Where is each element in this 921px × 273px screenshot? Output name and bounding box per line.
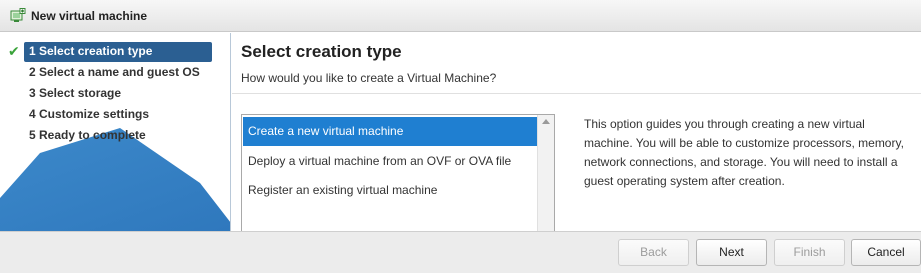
wizard-steps: ✔ 1 Select creation type 2 Select a name… <box>0 41 230 146</box>
option-register-existing-vm[interactable]: Register an existing virtual machine <box>243 176 538 205</box>
step-label: 3 Select storage <box>29 86 122 100</box>
scroll-up-arrow-icon[interactable] <box>542 119 550 124</box>
new-vm-icon <box>10 7 26 24</box>
wizard-sidebar: ✔ 1 Select creation type 2 Select a name… <box>0 33 231 231</box>
checkmark-icon: ✔ <box>8 43 20 59</box>
option-deploy-ovf-ova[interactable]: Deploy a virtual machine from an OVF or … <box>243 147 538 176</box>
window-title: New virtual machine <box>31 8 148 23</box>
option-create-new-vm[interactable]: Create a new virtual machine <box>243 117 538 146</box>
list-scrollbar[interactable] <box>537 115 554 231</box>
wizard-footer: Back Next Finish Cancel <box>0 231 921 273</box>
wizard-content: Select creation type How would you like … <box>232 33 921 231</box>
page-subtitle: How would you like to create a Virtual M… <box>241 71 497 85</box>
window-titlebar: New virtual machine <box>0 0 921 32</box>
option-description: This option guides you through creating … <box>584 117 904 188</box>
step-customize-settings[interactable]: 4 Customize settings <box>0 104 230 125</box>
back-button[interactable]: Back <box>618 239 689 266</box>
header-divider <box>232 93 921 94</box>
step-label: 5 Ready to complete <box>29 128 146 142</box>
step-ready-to-complete[interactable]: 5 Ready to complete <box>0 125 230 146</box>
step-label: 4 Customize settings <box>29 107 150 121</box>
next-button[interactable]: Next <box>696 239 767 266</box>
step-select-creation-type[interactable]: ✔ 1 Select creation type <box>0 41 230 62</box>
step-label: 2 Select a name and guest OS <box>29 65 200 79</box>
step-select-storage[interactable]: 3 Select storage <box>0 83 230 104</box>
page-title: Select creation type <box>241 42 402 61</box>
cancel-button[interactable]: Cancel <box>851 239 921 266</box>
step-label: 1 Select creation type <box>29 44 153 58</box>
finish-button[interactable]: Finish <box>774 239 845 266</box>
creation-type-list[interactable]: Create a new virtual machine Deploy a vi… <box>241 114 555 231</box>
step-select-name-guest-os[interactable]: 2 Select a name and guest OS <box>0 62 230 83</box>
